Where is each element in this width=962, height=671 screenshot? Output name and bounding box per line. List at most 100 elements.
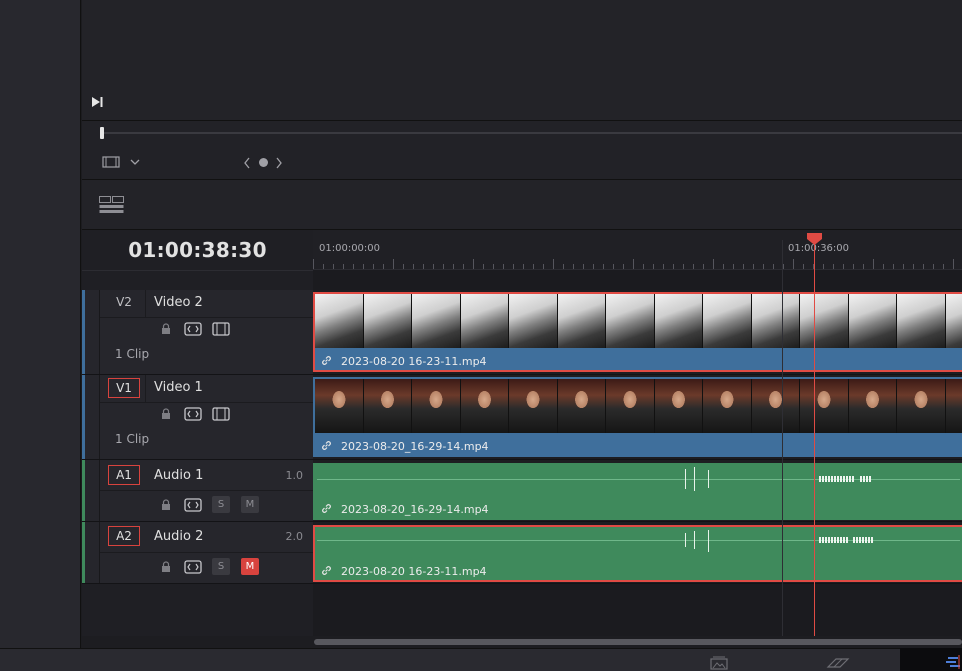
skip-to-end-icon[interactable] (90, 94, 104, 108)
track-header-v1[interactable]: V1 Video 1 1 Clip (82, 375, 313, 460)
solo-button[interactable]: S (212, 558, 230, 575)
ruler-tick (723, 264, 724, 269)
ruler-tick (533, 264, 534, 269)
clip-thumbnail (751, 294, 800, 348)
auto-select-icon[interactable] (184, 560, 202, 574)
timeline-ruler[interactable]: 01:00:00:00 01:00:36:00 (313, 230, 962, 270)
audio-clip[interactable]: 2023-08-20 16-23-11.mp4 (313, 525, 962, 582)
ruler-tick (313, 259, 314, 269)
lock-icon[interactable] (157, 498, 175, 512)
playhead-line[interactable] (814, 238, 815, 636)
ruler-tick (423, 264, 424, 269)
ruler-tick (883, 264, 884, 269)
video-clip[interactable]: 2023-08-20 16-23-11.mp4 (313, 292, 962, 372)
ruler-tick (693, 264, 694, 269)
link-icon (321, 355, 332, 369)
track-id[interactable]: V1 (108, 378, 140, 398)
edit-page-tab[interactable] (900, 648, 962, 671)
playhead-handle[interactable] (807, 230, 822, 245)
track-name[interactable]: Audio 1 (154, 468, 203, 483)
clip-thumbnails (315, 379, 962, 433)
next-clip-icon[interactable] (274, 155, 284, 169)
track-id[interactable]: V2 (108, 293, 140, 313)
video-clip[interactable]: 2023-08-20_16-29-14.mp4 (313, 377, 962, 457)
audio-clip[interactable]: 2023-08-20_16-29-14.mp4 (313, 463, 962, 520)
ruler-tick (613, 264, 614, 269)
clip-name: 2023-08-20 16-23-11.mp4 (341, 355, 487, 368)
track-color-bar (82, 290, 85, 374)
ruler-tick (453, 264, 454, 269)
clip-thumbnail (557, 379, 606, 433)
ruler-tick (443, 264, 444, 269)
clip-thumbnail (509, 294, 558, 348)
ruler-tick (553, 259, 554, 269)
ruler-tick (543, 264, 544, 269)
clip-thumbnail (412, 294, 461, 348)
ruler-tick (343, 264, 344, 269)
clip-thumbnail (800, 294, 849, 348)
track-id[interactable]: A2 (108, 526, 140, 546)
scrubber-handle[interactable] (100, 127, 104, 139)
ruler-tick (903, 264, 904, 269)
current-clip-dot[interactable] (259, 158, 268, 167)
auto-select-icon[interactable] (184, 322, 202, 336)
scrubber-track[interactable] (100, 132, 962, 134)
solo-button[interactable]: S (212, 496, 230, 513)
video-toggle-icon[interactable] (212, 407, 230, 421)
track-color-bar (82, 522, 85, 583)
ruler-tick (323, 264, 324, 269)
channel-format: 1.0 (285, 469, 304, 482)
ruler-tick (483, 264, 484, 269)
clip-name: 2023-08-20_16-29-14.mp4 (341, 440, 489, 453)
clip-thumbnail (848, 379, 897, 433)
track-header-v2[interactable]: V2 Video 2 1 Clip (82, 290, 313, 375)
track-name[interactable]: Video 2 (154, 295, 203, 310)
timeline-view-options-icon[interactable] (99, 196, 125, 214)
lock-icon[interactable] (157, 560, 175, 574)
ruler-tick (463, 264, 464, 269)
media-page-icon[interactable] (710, 655, 728, 670)
track-lane-a1[interactable]: 2023-08-20_16-29-14.mp4 (313, 460, 962, 522)
timeline-empty-area[interactable] (313, 584, 962, 636)
ruler-tick (513, 264, 514, 269)
clip-count: 1 Clip (115, 347, 150, 361)
track-name[interactable]: Video 1 (154, 380, 203, 395)
track-id[interactable]: A1 (108, 465, 140, 485)
track-name[interactable]: Audio 2 (154, 529, 203, 544)
mute-button[interactable]: M (241, 558, 259, 575)
timecode-subpanel (82, 270, 313, 290)
link-icon (321, 503, 332, 517)
track-lane-v2[interactable]: 2023-08-20 16-23-11.mp4 (313, 290, 962, 375)
video-toggle-icon[interactable] (212, 322, 230, 336)
ruler-tick (913, 264, 914, 269)
ruler-tick (503, 264, 504, 269)
auto-select-icon[interactable] (184, 498, 202, 512)
viewer-controls (82, 120, 962, 180)
clip-name: 2023-08-20 16-23-11.mp4 (341, 565, 487, 578)
cut-page-icon[interactable] (826, 655, 852, 669)
track-header-a2[interactable]: A2 Audio 2 2.0 S M (82, 522, 313, 584)
prev-clip-icon[interactable] (242, 155, 252, 169)
clip-thumbnail (412, 379, 461, 433)
ruler-tick (643, 264, 644, 269)
ruler-tick (353, 264, 354, 269)
lock-icon[interactable] (157, 407, 175, 421)
ruler-tick (413, 264, 414, 269)
track-lane-a2[interactable]: 2023-08-20 16-23-11.mp4 (313, 522, 962, 584)
timeline-scrollbar-thumb[interactable] (314, 639, 962, 645)
ruler-tick (393, 259, 394, 269)
clip-thumbnail (606, 379, 655, 433)
timecode-display[interactable]: 01:00:38:30 (82, 238, 313, 262)
ruler-tick (943, 264, 944, 269)
track-lane-v1[interactable]: 2023-08-20_16-29-14.mp4 (313, 375, 962, 460)
lock-icon[interactable] (157, 322, 175, 336)
clip-view-dropdown[interactable] (102, 154, 142, 168)
clip-thumbnail (945, 379, 962, 433)
auto-select-icon[interactable] (184, 407, 202, 421)
ruler-tick (603, 264, 604, 269)
link-icon (321, 440, 332, 454)
track-header-a1[interactable]: A1 Audio 1 1.0 S M (82, 460, 313, 522)
mute-button[interactable]: M (241, 496, 259, 513)
ruler-tick (753, 264, 754, 269)
clip-thumbnail (945, 294, 962, 348)
